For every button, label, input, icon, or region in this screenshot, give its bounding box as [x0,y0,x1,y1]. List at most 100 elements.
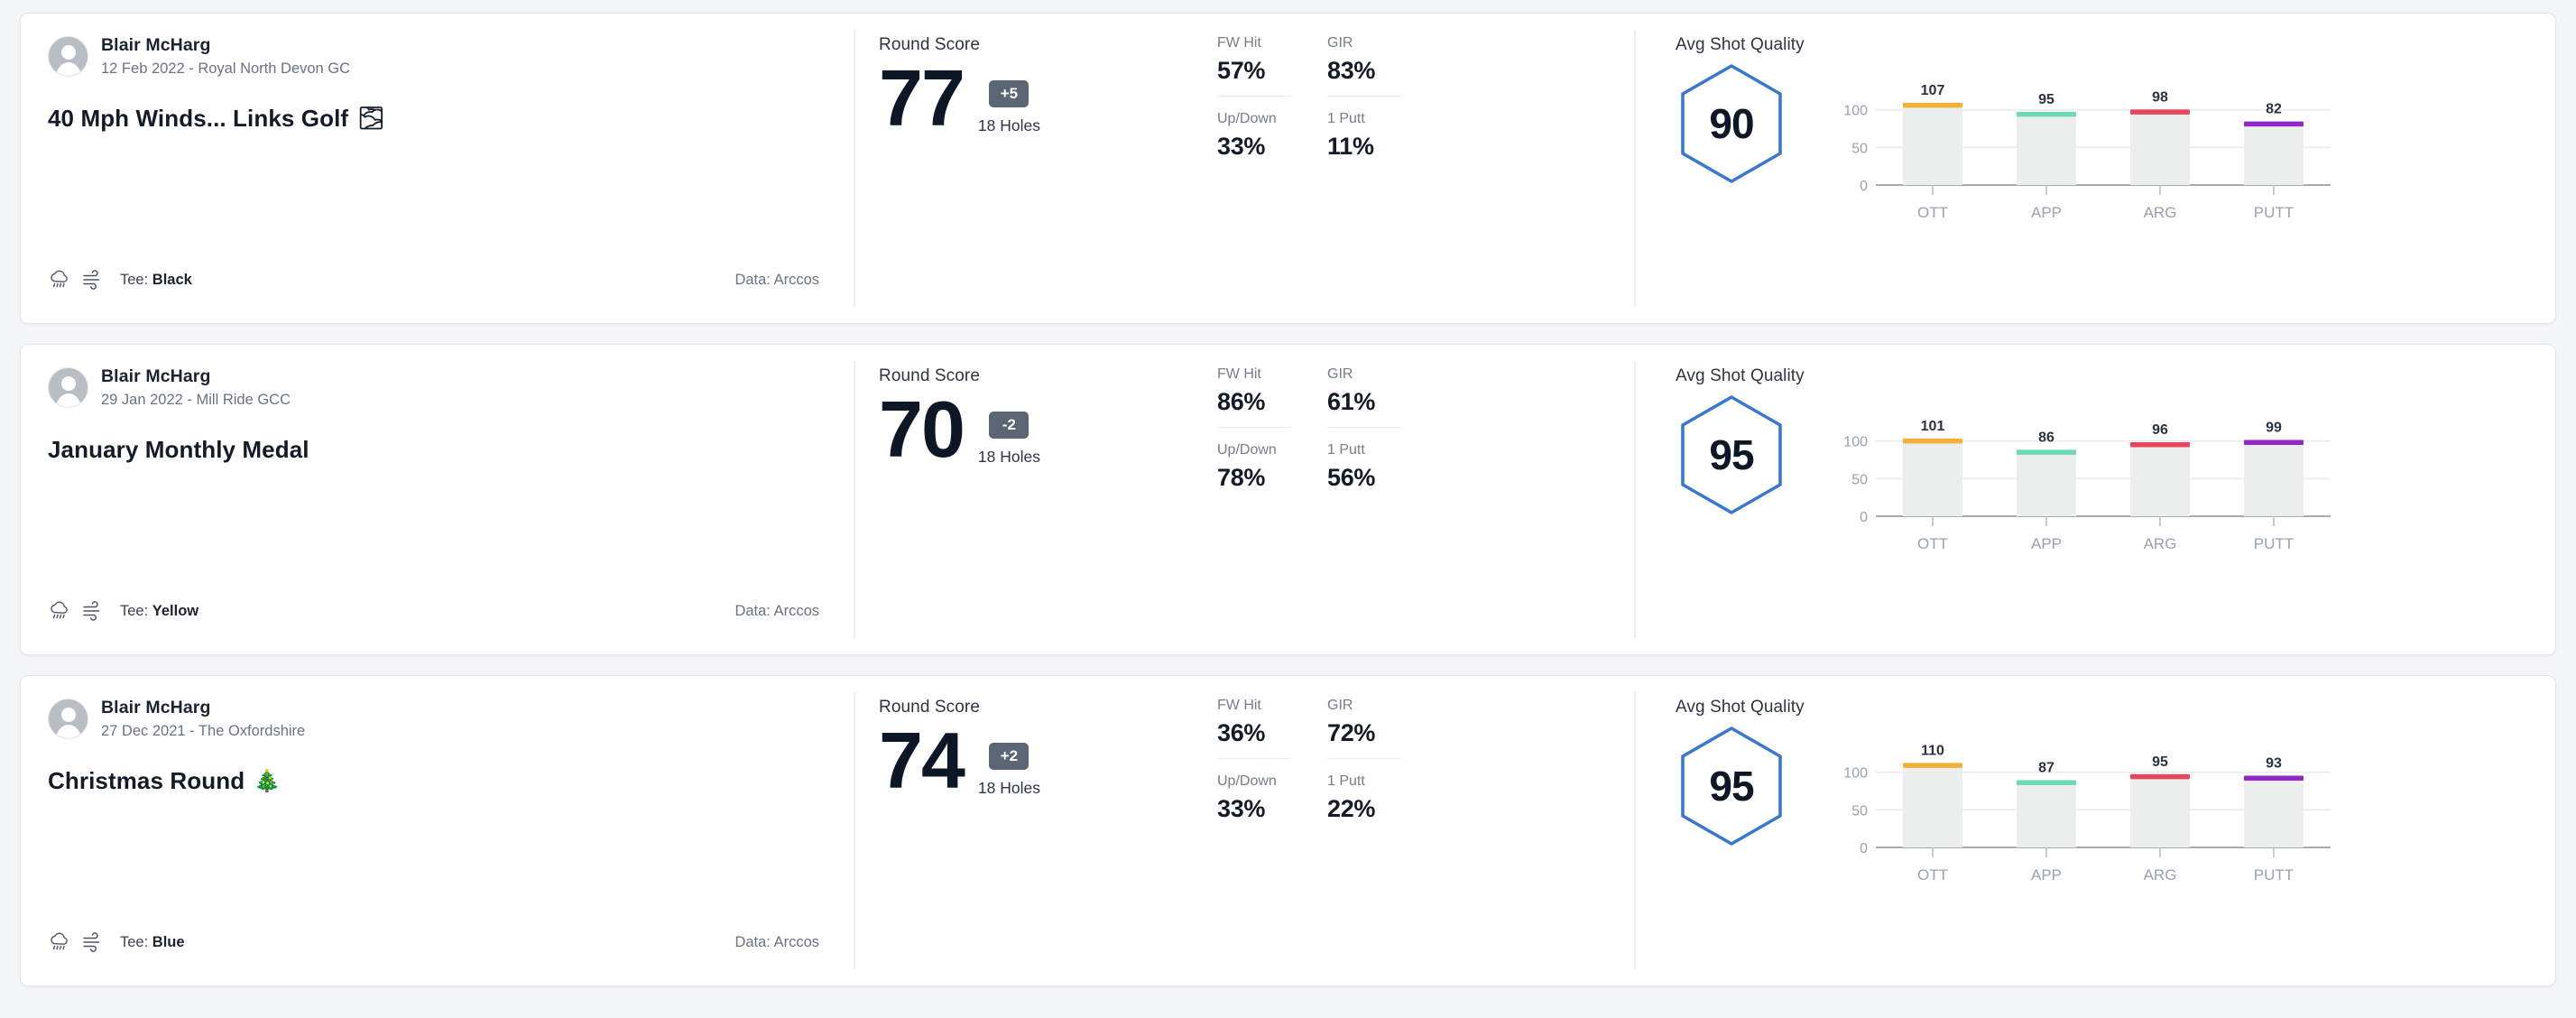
x-tick-label: APP [2031,866,2062,884]
score-value: 74 [879,716,965,805]
wind-icon [83,601,100,621]
avg-shot-quality-badge: 95 [1676,725,1787,847]
bar-body [1903,764,1962,847]
stat-value: 57% [1217,57,1266,84]
user-row[interactable]: Blair McHarg 27 Dec 2021 - The Oxfordshi… [48,698,828,740]
avg-shot-quality-value: 90 [1709,100,1754,147]
round-card[interactable]: Blair McHarg 12 Feb 2022 - Royal North D… [20,13,2556,324]
avatar-body [55,725,81,738]
bar-value-label: 98 [2152,89,2168,105]
round-card[interactable]: Blair McHarg 29 Jan 2022 - Mill Ride GCC… [20,344,2556,655]
stat-label: Up/Down [1217,773,1277,789]
round-date-course: 12 Feb 2022 - Royal North Devon GC [101,60,351,77]
wind-icon [83,932,100,952]
quality-row: 95 0 50 100 101 OTT 86 APP 96 ARG 99 PUTT [1676,393,2525,565]
shot-quality-chart[interactable]: 0 50 100 110 OTT 87 APP 95 ARG 93 PUTT [1834,725,2340,896]
shot-quality-chart[interactable]: 0 50 100 107 OTT 95 APP 98 ARG 82 PUTT [1834,62,2340,234]
avatar-body [55,393,81,407]
avg-shot-quality-value: 95 [1709,431,1754,478]
bar-value-label: 99 [2266,421,2282,436]
bar-body [2130,111,2190,185]
bar-value-label: 95 [2038,92,2054,107]
bar-value-label: 95 [2152,754,2168,770]
y-tick-label: 0 [1860,179,1868,194]
avg-shot-quality-label: Avg Shot Quality [1676,698,1805,717]
stat-value: 83% [1327,57,1376,84]
round-title: Christmas Round 🎄 [48,767,828,795]
stat-up-down: Up/Down 78% [1217,442,1291,501]
data-source: Data: Arccos [734,934,819,951]
stat-fw-hit: FW Hit 36% [1217,698,1291,759]
stat-gir: GIR 83% [1327,35,1401,97]
holes-played: 18 Holes [977,779,1040,797]
data-source: Data: Arccos [734,603,819,620]
data-source-label: Data: [734,602,774,619]
avatar[interactable] [48,699,88,739]
stat-label: GIR [1327,366,1353,382]
bar-value-label: 86 [2038,430,2054,445]
stat-value: 22% [1327,795,1376,822]
user-meta: Blair McHarg 27 Dec 2021 - The Oxfordshi… [101,698,305,740]
stat-gir: GIR 61% [1327,366,1401,428]
user-name: Blair McHarg [101,366,211,386]
stat-up-down: Up/Down 33% [1217,773,1291,832]
avg-shot-quality-badge: 90 [1676,62,1787,185]
bar-body [2017,451,2076,516]
user-row[interactable]: Blair McHarg 12 Feb 2022 - Royal North D… [48,35,828,78]
tee-value: Yellow [152,602,199,619]
stat-value: 78% [1217,464,1266,491]
y-tick-label: 0 [1860,841,1868,856]
shot-quality-pane: Avg Shot Quality 90 0 50 100 107 OTT 95 APP 98 A… [1636,14,2555,323]
score-side: -2 18 Holes [978,392,1040,467]
round-card[interactable]: Blair McHarg 27 Dec 2021 - The Oxfordshi… [20,675,2556,986]
avatar[interactable] [48,367,88,408]
round-title-text: Christmas Round [48,767,245,794]
stat-value: 86% [1217,388,1266,415]
to-par-badge: -2 [989,412,1029,439]
data-source-label: Data: [734,271,774,288]
tee-info: Tee: Black [120,272,192,289]
stat-label: 1 Putt [1327,111,1365,126]
score-row: 74 +2 18 Holes [879,716,1190,805]
stat-label: 1 Putt [1327,773,1365,789]
round-info-pane: Blair McHarg 27 Dec 2021 - The Oxfordshi… [21,676,855,986]
x-tick-label: ARG [2144,535,2177,552]
shot-quality-bar-chart: 0 50 100 107 OTT 95 APP 98 ARG 82 PUTT [1843,83,2331,221]
stat-one-putt: 1 Putt 22% [1327,773,1401,832]
avg-shot-quality-badge: 95 [1676,393,1787,516]
user-meta: Blair McHarg 12 Feb 2022 - Royal North D… [101,35,350,78]
tee-value: Blue [152,933,185,950]
bar-cap [1903,438,1962,444]
holes-played: 18 Holes [977,116,1040,134]
bar-cap [2244,440,2304,445]
round-score-block: Round Score 74 +2 18 Holes [879,698,1190,986]
round-title-emoji: 🎄 [254,769,282,793]
user-meta: Blair McHarg 29 Jan 2022 - Mill Ride GCC [101,366,291,409]
stat-fw-hit: FW Hit 57% [1217,35,1291,97]
avg-shot-quality-value: 95 [1709,763,1754,810]
avg-shot-quality-label: Avg Shot Quality [1676,366,1805,385]
user-row[interactable]: Blair McHarg 29 Jan 2022 - Mill Ride GCC [48,366,828,409]
quality-row: 90 0 50 100 107 OTT 95 APP 98 ARG 82 PUTT [1676,62,2525,234]
conditions-group: Tee: Yellow [48,600,199,622]
stat-value: 11% [1327,133,1374,160]
stats-grid: FW Hit 86% GIR 61% Up/Down 78% 1 Putt 56… [1217,366,1401,654]
round-info-pane: Blair McHarg 12 Feb 2022 - Royal North D… [21,14,855,323]
stat-up-down: Up/Down 33% [1217,111,1291,170]
bar-cap [2130,773,2190,780]
rain-cloud-icon [51,932,68,950]
round-score-label: Round Score [879,35,981,54]
bar-body [2017,113,2076,185]
bar-body [2244,441,2304,516]
to-par-badge: +5 [989,80,1029,107]
stat-value: 61% [1327,388,1376,415]
round-title-text: January Monthly Medal [48,436,309,463]
data-source: Data: Arccos [734,272,819,289]
wind-icon [83,270,100,290]
score-value: 77 [879,53,965,143]
x-tick-label: OTT [1917,535,1948,552]
shot-quality-chart[interactable]: 0 50 100 101 OTT 86 APP 96 ARG 99 PUTT [1834,393,2340,565]
avatar[interactable] [48,36,88,77]
round-score-block: Round Score 70 -2 18 Holes [879,366,1190,654]
stat-label: GIR [1327,35,1353,51]
